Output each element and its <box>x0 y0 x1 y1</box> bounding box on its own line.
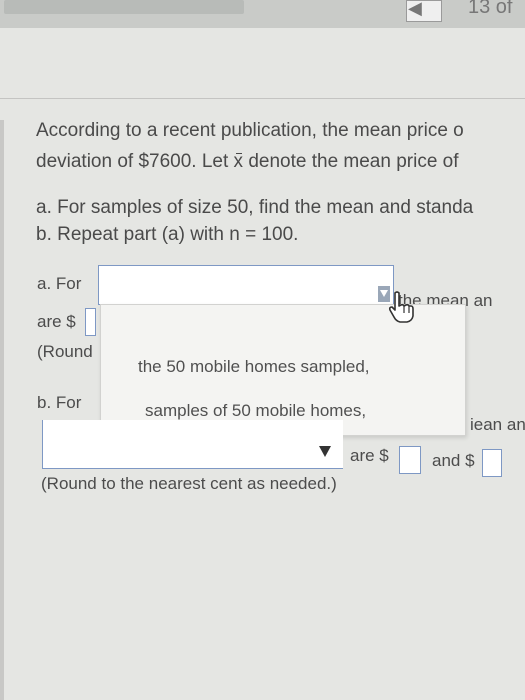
menu-option-sampled[interactable]: the 50 mobile homes sampled, <box>138 357 370 377</box>
question-line-2-end: denote the mean price of <box>248 151 459 172</box>
menu-option-samples[interactable]: samples of 50 mobile homes, <box>145 401 366 421</box>
answer-b-round-note: (Round to the nearest cent as needed.) <box>41 474 337 493</box>
answer-a-mean-input[interactable] <box>85 308 96 336</box>
dropdown-arrow-icon[interactable] <box>319 446 331 457</box>
divider <box>0 98 525 99</box>
part-a-instruction: a. For samples of size 50, find the mean… <box>36 197 474 218</box>
answer-a-prefix: a. For <box>37 274 82 293</box>
left-edge <box>0 120 4 700</box>
answer-b-and-label: and $ <box>432 451 475 470</box>
answer-b-mean-input[interactable] <box>399 446 421 474</box>
answer-b-dropdown[interactable] <box>42 420 343 469</box>
hand-cursor-icon <box>388 291 414 323</box>
question-line-1: According to a recent publication, the m… <box>36 120 464 141</box>
question-counter: 13 of <box>468 0 513 18</box>
answer-b-are-label: are $ <box>350 446 389 465</box>
question-line-2-start: deviation of $7600. Let <box>36 151 229 172</box>
x-bar-symbol: x <box>233 151 244 172</box>
answer-b-sd-input[interactable] <box>482 449 502 477</box>
answer-a-are-label: are $ <box>37 312 76 331</box>
answer-a-dropdown[interactable] <box>98 265 394 305</box>
arrow-left-icon: ◀ <box>408 0 422 18</box>
answer-b-continuation: iean an <box>470 415 525 434</box>
answer-a-round-note: (Round <box>37 342 93 361</box>
answer-b-prefix: b. For <box>37 393 82 412</box>
part-b-instruction: b. Repeat part (a) with n = 100. <box>36 224 299 245</box>
blurred-title <box>4 0 244 14</box>
question-line-2: deviation of $7600. Let x denote the mea… <box>36 151 459 173</box>
